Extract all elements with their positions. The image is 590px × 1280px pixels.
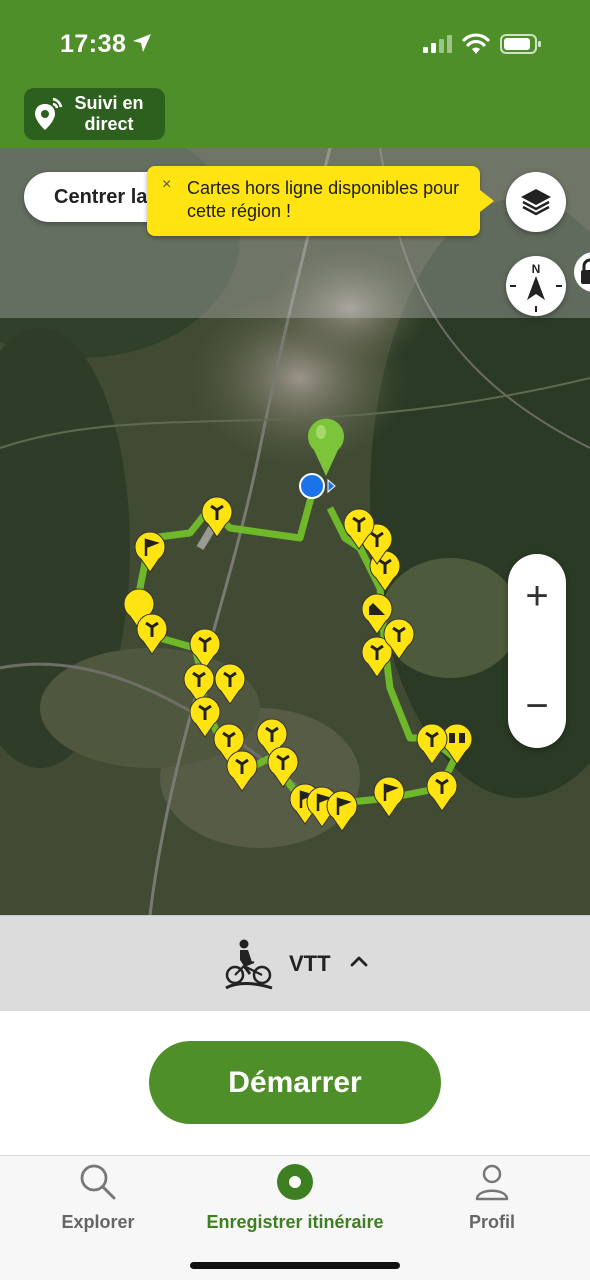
waypoint-marker-icon[interactable] [266, 746, 300, 788]
mountain-bike-icon [225, 939, 273, 990]
waypoint-marker-icon[interactable] [372, 776, 406, 818]
live-location-pin-icon [35, 97, 63, 130]
offline-maps-message: Cartes hors ligne disponibles pour cette… [187, 178, 460, 221]
waypoint-marker-icon[interactable] [415, 723, 449, 765]
waypoint-marker-icon[interactable] [425, 770, 459, 812]
activity-label: VTT [289, 951, 331, 976]
location-arrow-icon [133, 34, 151, 52]
start-button[interactable]: Démarrer [149, 1041, 441, 1124]
layers-icon [521, 189, 551, 216]
cellular-signal-icon [423, 35, 452, 53]
tab-explorer-label: Explorer [61, 1212, 135, 1232]
waypoint-marker-icon[interactable] [342, 508, 376, 550]
header-bar: 17:38 Suivi en direct [0, 0, 590, 148]
status-time: 17:38 [60, 30, 127, 58]
zoom-out-button[interactable]: − [508, 684, 566, 728]
home-indicator [190, 1262, 400, 1269]
route-start-pin-icon[interactable] [306, 418, 346, 478]
center-map-label: Centrer la [54, 186, 148, 208]
tooltip-close-icon[interactable]: × [162, 176, 171, 194]
search-icon [80, 1164, 116, 1200]
live-tracking-button[interactable]: Suivi en direct [24, 88, 165, 140]
zoom-control: + − [508, 554, 566, 748]
user-location-icon [299, 473, 336, 499]
map-layers-button[interactable] [506, 172, 566, 232]
compass-button[interactable]: N [506, 256, 566, 316]
waypoint-marker-icon[interactable] [200, 496, 234, 538]
battery-icon [500, 34, 541, 54]
person-icon [475, 1164, 509, 1201]
zoom-in-button[interactable]: + [508, 574, 566, 618]
waypoint-marker-icon[interactable] [135, 613, 169, 655]
waypoint-marker-icon[interactable] [325, 790, 359, 832]
tab-profile[interactable]: Profil [452, 1156, 532, 1233]
lock-icon [581, 258, 590, 284]
tab-record-route[interactable]: Enregistrer itinéraire [195, 1156, 395, 1233]
waypoint-marker-icon[interactable] [225, 750, 259, 792]
shelter-marker-icon[interactable] [360, 593, 394, 635]
tab-record-route-label: Enregistrer itinéraire [206, 1212, 384, 1232]
wifi-icon [462, 33, 490, 54]
map-view[interactable]: Centrer la × Cartes hors ligne disponibl… [0, 148, 590, 915]
offline-maps-tooltip[interactable]: × Cartes hors ligne disponibles pour cet… [147, 166, 494, 236]
tab-explorer[interactable]: Explorer [47, 1156, 149, 1233]
tab-profile-label: Profil [468, 1212, 515, 1232]
live-tracking-label: Suivi en direct [74, 93, 144, 134]
waypoint-marker-icon[interactable] [133, 531, 167, 573]
activity-selector[interactable]: VTT [0, 915, 590, 1011]
chevron-up-icon [350, 956, 368, 967]
record-icon [277, 1164, 313, 1200]
compass-north-label: N [532, 262, 541, 276]
compass-icon: N [510, 262, 562, 312]
